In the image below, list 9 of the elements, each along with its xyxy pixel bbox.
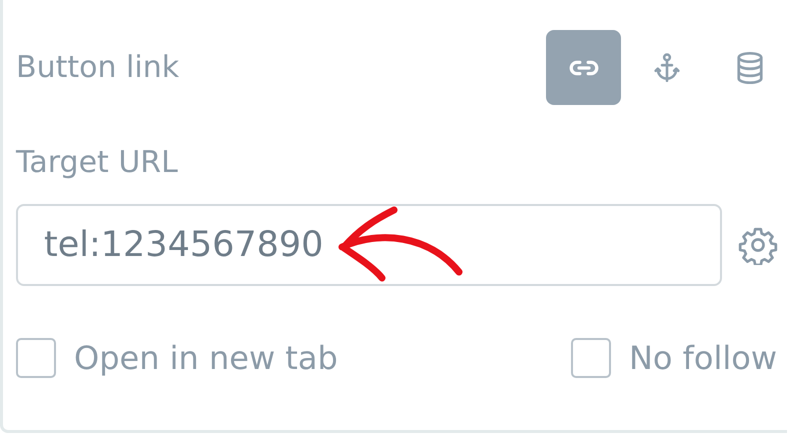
target-url-label: Target URL [16,145,179,180]
url-field[interactable]: tel:1234567890 [16,204,722,286]
link-type-button[interactable] [546,30,621,105]
checkbox-label[interactable]: No follow [628,339,777,377]
checkbox[interactable] [570,338,611,378]
checkbox[interactable] [16,338,56,378]
section-label: Button link [16,50,180,85]
settings-icon[interactable] [738,225,778,265]
checkbox-label[interactable]: Open in new tab [74,339,338,377]
